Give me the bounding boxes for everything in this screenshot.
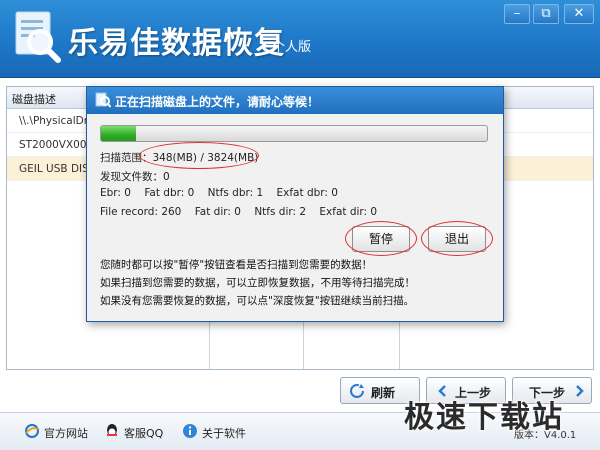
file-record-count: File record: 260 (100, 206, 182, 218)
disk-column-header: 磁盘描述 (12, 93, 56, 106)
arrow-right-icon (576, 385, 584, 397)
scan-icon (95, 92, 111, 108)
files-found-value: 0 (163, 171, 170, 183)
files-found-line: 发现文件数：0 (100, 169, 170, 184)
logo-icon (15, 11, 61, 63)
files-found-label: 发现文件数： (100, 171, 163, 183)
watermark-text: 极速下载站 (404, 400, 564, 435)
hint-text: 您随时都可以按"暂停"按钮查看是否扫描到您需要的数据！ (100, 259, 373, 271)
fat-dir-count: Fat dir: 0 (194, 206, 241, 218)
about-software-link[interactable]: 关于软件 (182, 424, 246, 441)
pause-button[interactable]: 暂停 (352, 226, 410, 252)
boot-record-stats: Ebr: 0 Fat dbr: 0 Ntfs dbr: 1 Exfat dbr:… (100, 187, 338, 199)
refresh-label: 刷新 (371, 386, 396, 400)
info-icon (183, 424, 197, 438)
edition-label: 个人版 (272, 40, 312, 55)
ebr-count: Ebr: 0 (100, 187, 131, 199)
app-header: 乐易佳数据恢复 个人版 – ⧉ ✕ (0, 0, 600, 78)
exfat-dir-count: Exfat dir: 0 (319, 206, 378, 218)
hint-text: 如果没有您需要恢复的数据，可以点"深度恢复"按钮继续当前扫描。 (100, 295, 415, 307)
exit-button[interactable]: 退出 (428, 226, 486, 252)
support-qq-link[interactable]: 客服QQ (104, 424, 163, 441)
refresh-icon (350, 384, 364, 398)
browser-icon (25, 424, 39, 438)
hint-text: 如果扫描到您需要的数据，可以立即恢复数据，不用等待扫描完成！ (100, 277, 415, 289)
scan-dialog: 正在扫描磁盘上的文件，请耐心等候！ 扫描范围：348(MB) / 3824(MB… (86, 86, 504, 322)
app-title: 乐易佳数据恢复 (68, 26, 285, 61)
scan-range-value: 348(MB) / 3824(MB) (152, 152, 259, 164)
dialog-titlebar: 正在扫描磁盘上的文件，请耐心等候！ (87, 87, 503, 114)
official-site-link[interactable]: 官方网站 (24, 424, 88, 441)
minimize-button[interactable]: – (504, 4, 530, 24)
scan-progress-bar (100, 125, 488, 142)
scan-range-line: 扫描范围：348(MB) / 3824(MB) (100, 150, 258, 165)
ntfs-dbr-count: Ntfs dbr: 1 (207, 187, 264, 199)
maximize-button[interactable]: ⧉ (533, 4, 559, 24)
directory-stats: File record: 260 Fat dir: 0 Ntfs dir: 2 … (100, 206, 377, 218)
qq-icon (107, 424, 117, 436)
exfat-dbr-count: Exfat dbr: 0 (276, 187, 338, 199)
scan-range-label: 扫描范围： (100, 152, 153, 164)
scan-progress-fill (101, 126, 137, 141)
ntfs-dir-count: Ntfs dir: 2 (254, 206, 307, 218)
dialog-title: 正在扫描磁盘上的文件，请耐心等候！ (115, 95, 320, 109)
fat-dbr-count: Fat dbr: 0 (144, 187, 195, 199)
close-button[interactable]: ✕ (564, 4, 594, 24)
